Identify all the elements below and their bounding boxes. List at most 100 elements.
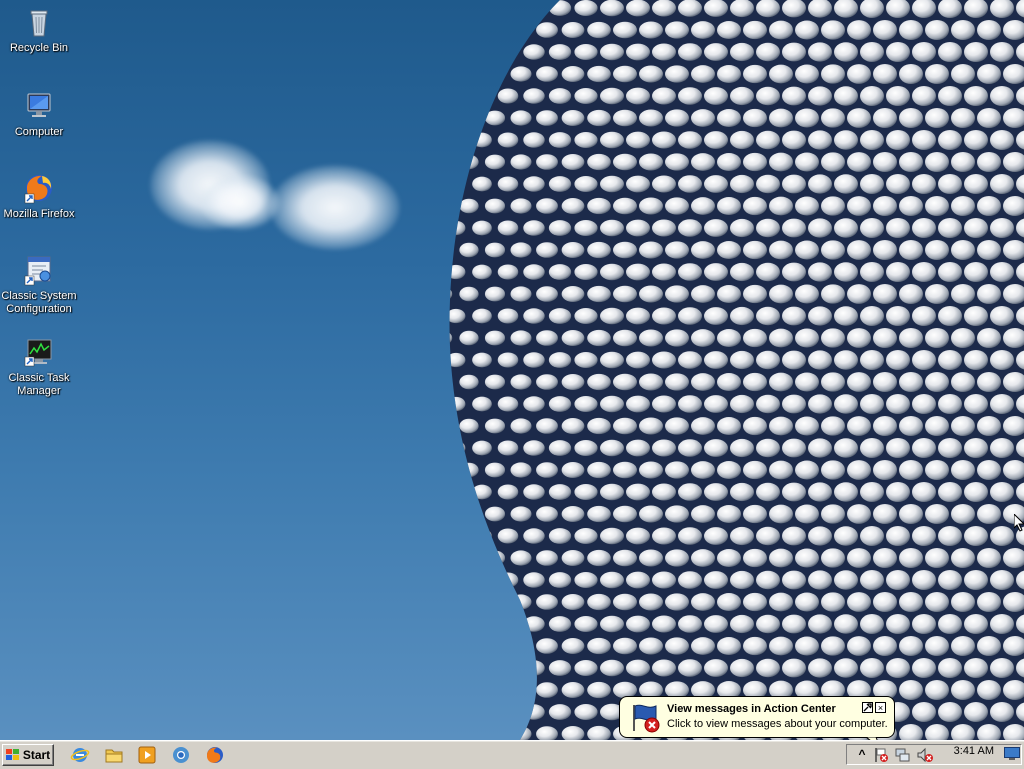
desktop-icon-recycle-bin[interactable]: Recycle Bin [0, 6, 78, 55]
facade-disc [561, 550, 585, 566]
facade-disc [860, 262, 884, 282]
facade-disc [990, 438, 1014, 458]
facade-disc [925, 20, 949, 40]
facade-disc [523, 132, 545, 148]
facade-disc [886, 658, 910, 678]
desktop-icon-task-manager[interactable]: Classic Task Manager [0, 336, 78, 398]
facade-disc [782, 438, 806, 458]
facade-disc [873, 416, 897, 436]
firefox-icon[interactable] [205, 745, 225, 765]
facade-disc [873, 284, 897, 304]
facade-disc [938, 526, 962, 546]
taskbar-clock[interactable]: 3:41 AM [954, 745, 994, 757]
desktop-icon-system-configuration[interactable]: Classic System Configuration [0, 254, 78, 316]
action-center-notification[interactable]: View messages in Action Center Click to … [619, 696, 895, 738]
facade-disc [951, 108, 975, 128]
facade-disc [548, 572, 572, 588]
facade-disc [421, 353, 439, 367]
facade-disc [717, 417, 741, 435]
facade-disc [561, 66, 585, 82]
facade-disc [756, 394, 780, 414]
facade-disc [717, 241, 741, 259]
facade-disc [484, 22, 506, 38]
action-center-tray-icon[interactable] [873, 747, 889, 763]
chrome-icon[interactable] [171, 745, 191, 765]
start-label: Start [22, 748, 51, 762]
facade-disc [769, 416, 793, 436]
facade-disc [652, 219, 676, 237]
facade-disc [613, 21, 637, 39]
facade-disc [795, 240, 819, 260]
facade-disc [925, 504, 949, 524]
file-explorer-icon[interactable] [104, 745, 124, 765]
start-button[interactable]: Start [2, 744, 54, 766]
network-icon[interactable] [895, 747, 911, 763]
facade-disc [587, 417, 611, 435]
facade-disc [459, 374, 479, 390]
facade-disc [523, 440, 545, 456]
facade-disc [574, 615, 598, 633]
facade-disc [449, 88, 466, 104]
show-desktop-icon[interactable] [1004, 747, 1020, 761]
facade-disc [484, 198, 506, 214]
facade-disc [449, 396, 466, 412]
show-hidden-icons-button[interactable]: ^ [855, 746, 869, 762]
facade-disc [769, 328, 793, 348]
facade-disc [459, 726, 479, 740]
facade-disc [421, 265, 439, 279]
facade-disc [938, 702, 962, 722]
volume-muted-icon[interactable] [917, 747, 933, 763]
facade-disc [717, 197, 741, 215]
facade-disc [536, 506, 558, 522]
facade-disc [510, 110, 532, 126]
facade-disc [691, 285, 715, 303]
facade-disc [665, 549, 689, 567]
facade-disc [421, 309, 439, 323]
facade-disc [990, 614, 1014, 634]
facade-disc [743, 64, 767, 84]
wrench-icon [863, 703, 872, 712]
facade-disc [951, 372, 975, 392]
facade-disc [808, 438, 832, 458]
desktop-icon-firefox[interactable]: Mozilla Firefox [0, 172, 78, 221]
facade-disc [769, 196, 793, 216]
facade-disc [977, 196, 1001, 216]
facade-disc [977, 108, 1001, 128]
facade-disc [472, 616, 492, 632]
facade-disc [743, 548, 767, 568]
facade-disc [652, 615, 676, 633]
media-player-icon[interactable] [137, 745, 157, 765]
facade-disc [847, 548, 871, 568]
facade-disc [561, 330, 585, 346]
facade-disc [704, 659, 728, 677]
facade-disc [808, 306, 832, 326]
facade-disc [912, 218, 936, 238]
facade-disc [613, 285, 637, 303]
facade-disc [652, 175, 676, 193]
facade-disc [510, 66, 532, 82]
facade-disc [626, 483, 650, 501]
facade-disc [472, 484, 492, 500]
facade-disc [951, 548, 975, 568]
facade-disc [925, 636, 949, 656]
system-tray: ^ [846, 744, 1022, 765]
facade-disc [497, 176, 519, 192]
desktop-icon-computer[interactable]: Computer [0, 90, 78, 139]
facade-disc [977, 592, 1001, 612]
notification-options-button[interactable] [862, 702, 873, 713]
facade-disc [449, 286, 453, 302]
facade-disc [977, 680, 1001, 700]
facade-disc [964, 42, 988, 62]
facade-disc [964, 526, 988, 546]
facade-disc [964, 306, 988, 326]
facade-disc [600, 87, 624, 105]
facade-disc [691, 637, 715, 655]
facade-disc [795, 284, 819, 304]
internet-explorer-icon[interactable] [70, 745, 90, 765]
facade-disc [613, 197, 637, 215]
facade-disc [925, 284, 949, 304]
facade-disc [652, 131, 676, 149]
facade-disc [459, 506, 479, 522]
facade-disc [626, 43, 650, 61]
notification-close-button[interactable]: × [875, 702, 886, 713]
